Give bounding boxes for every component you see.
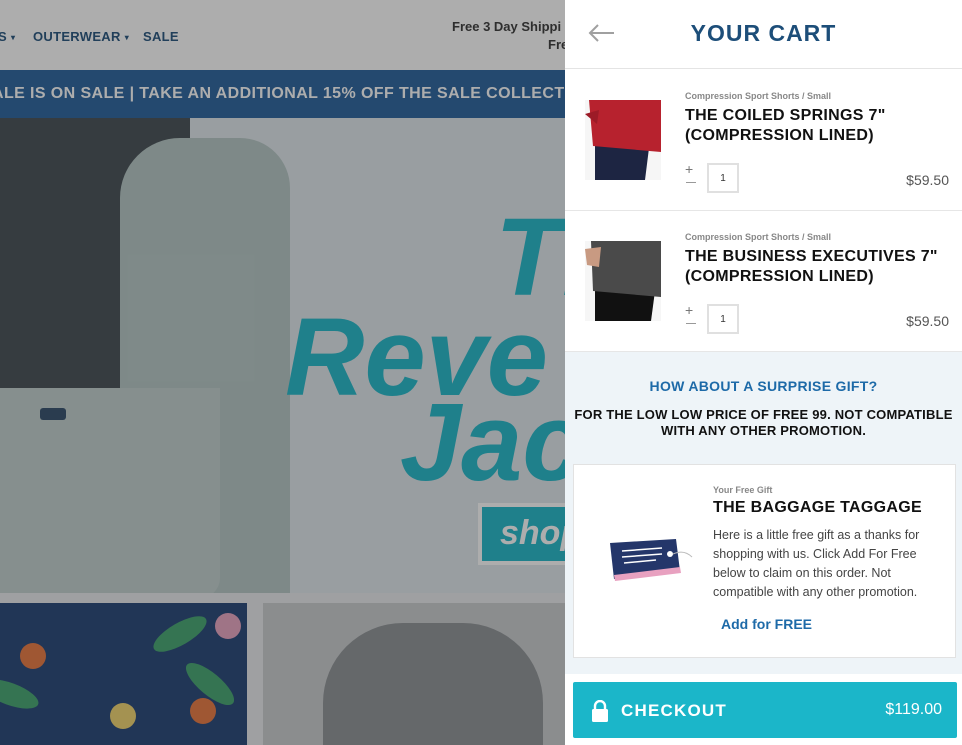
cart-title: YOUR CART (690, 20, 837, 46)
cart-drawer: YOUR CART Compression Sport Shorts / Sma… (565, 0, 962, 745)
plus-icon[interactable]: + (685, 303, 693, 317)
gift-title: THE BAGGAGE TAGGAGE (713, 499, 922, 516)
gift-label: Your Free Gift (713, 485, 773, 495)
product-thumbnail (585, 100, 661, 180)
item-price: $59.50 (906, 172, 949, 188)
quantity-input[interactable] (707, 163, 739, 193)
item-title[interactable]: THE BUSINESS EXECUTIVES 7" (COMPRESSION … (685, 247, 950, 287)
checkout-label: CHECKOUT (621, 701, 727, 720)
item-variant: Compression Sport Shorts / Small (685, 91, 832, 101)
cart-item: Compression Sport Shorts / Small THE COI… (565, 70, 962, 211)
quantity-input[interactable] (707, 304, 739, 334)
cart-item: Compression Sport Shorts / Small THE BUS… (565, 211, 962, 352)
product-image[interactable] (585, 241, 661, 321)
item-price: $59.50 (906, 313, 949, 329)
gift-description: Here is a little free gift as a thanks f… (713, 528, 920, 599)
luggage-tag-image (610, 539, 693, 581)
add-free-gift-button[interactable]: Add for FREE (721, 616, 812, 632)
surprise-gift-section: HOW ABOUT A SURPRISE GIFT? FOR THE LOW L… (565, 352, 962, 674)
minus-icon[interactable] (686, 323, 696, 324)
quantity-stepper[interactable]: + (685, 303, 697, 326)
product-thumbnail (585, 241, 661, 321)
item-title[interactable]: THE COILED SPRINGS 7" (COMPRESSION LINED… (685, 106, 950, 146)
lock-icon (592, 700, 608, 722)
upsell-subheading: FOR THE LOW LOW PRICE OF FREE 99. NOT CO… (574, 407, 953, 438)
product-image[interactable] (585, 100, 661, 180)
free-gift-card: Your Free Gift THE BAGGAGE TAGGAGE Here … (573, 464, 956, 658)
quantity-stepper[interactable]: + (685, 162, 697, 185)
plus-icon[interactable]: + (685, 162, 693, 176)
item-variant: Compression Sport Shorts / Small (685, 232, 832, 242)
cart-header: YOUR CART (565, 0, 962, 69)
checkout-button[interactable]: CHECKOUT $119.00 (573, 682, 957, 738)
upsell-heading: HOW ABOUT A SURPRISE GIFT? (649, 378, 878, 394)
minus-icon[interactable] (686, 182, 696, 183)
checkout-total: $119.00 (885, 701, 942, 718)
